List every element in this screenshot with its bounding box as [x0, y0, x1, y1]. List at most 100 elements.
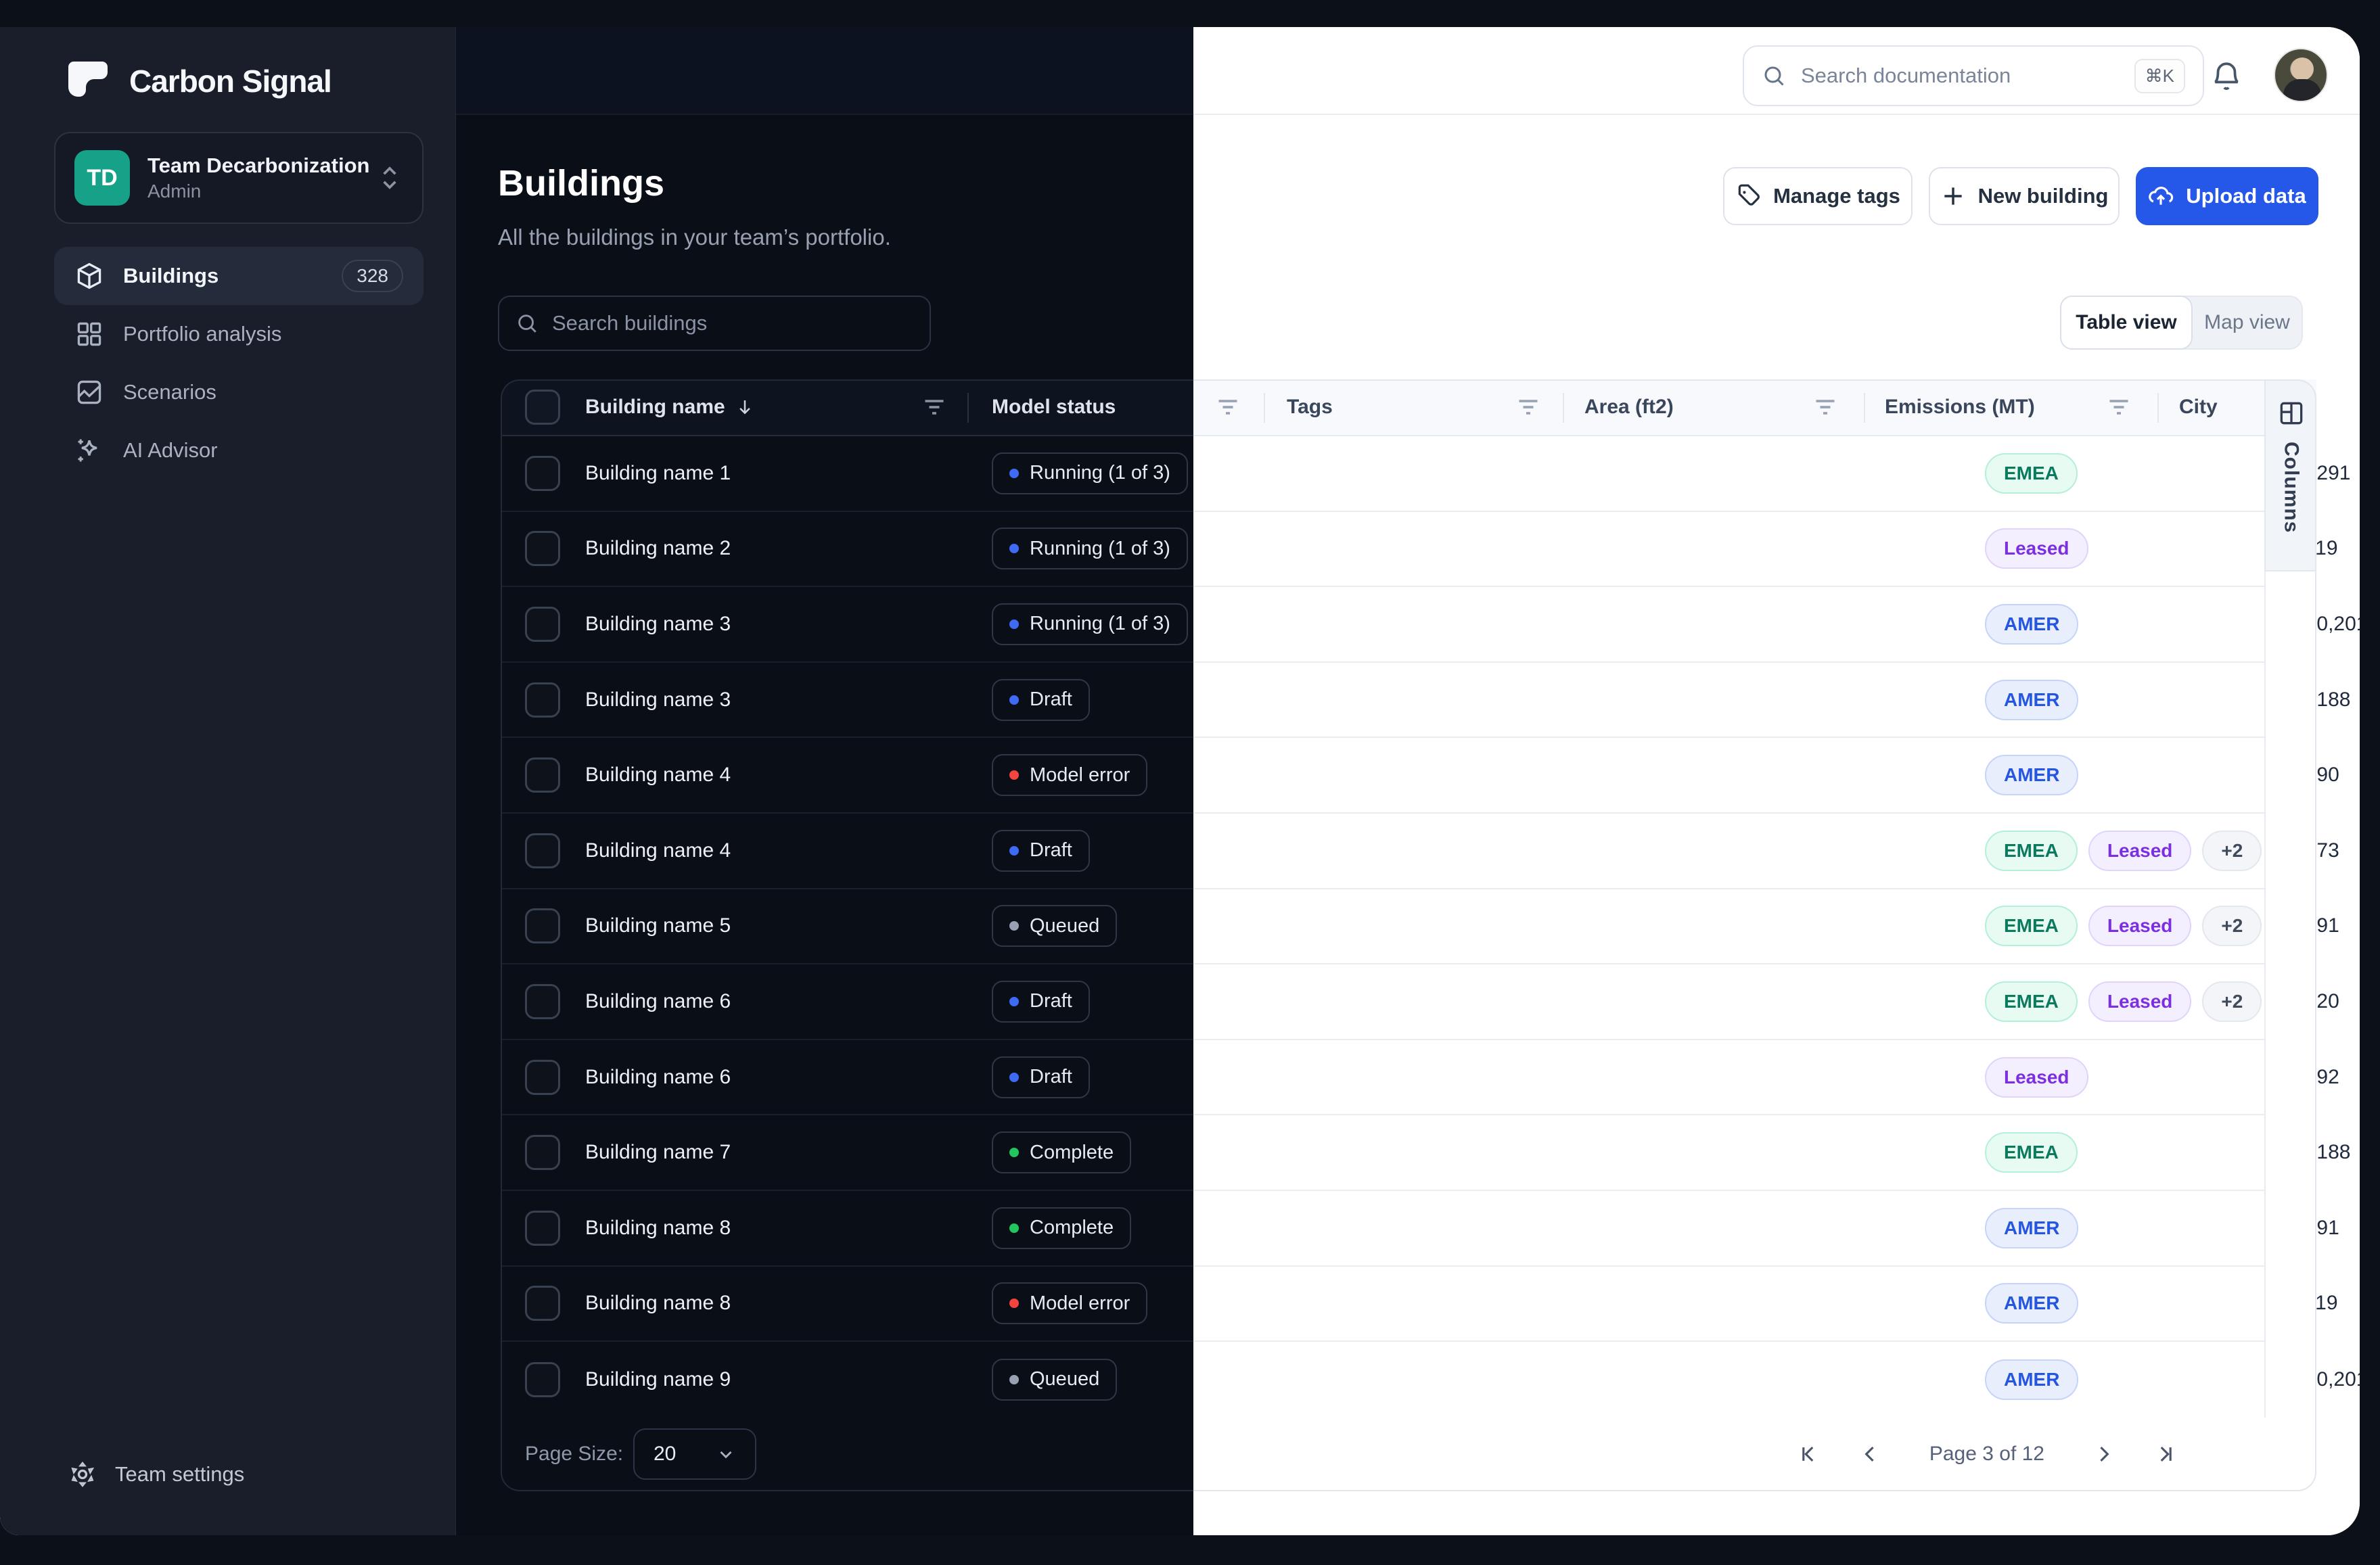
row-dark-segment: Building name 3Draft: [501, 663, 1193, 739]
team-switcher[interactable]: TD Team Decarbonization Admin: [54, 132, 424, 224]
page-title: Buildings: [498, 162, 664, 204]
buildings-search-input[interactable]: Search buildings: [498, 296, 931, 351]
tag-pill[interactable]: +2: [2202, 981, 2262, 1022]
page-size-select[interactable]: 20: [633, 1428, 756, 1480]
upload-data-button[interactable]: Upload data: [2136, 167, 2318, 225]
tab-table-view[interactable]: Table view: [2060, 296, 2193, 350]
filter-icon[interactable]: [922, 397, 946, 417]
last-page-button[interactable]: [2153, 1443, 2176, 1466]
tag-pill[interactable]: EMEA: [1985, 981, 2078, 1022]
table-row[interactable]: Building name 4DraftEMEALeased+272,07381…: [501, 814, 2316, 889]
row-checkbox[interactable]: [525, 1362, 560, 1397]
tag-pill[interactable]: EMEA: [1985, 831, 2078, 871]
tag-pill[interactable]: AMER: [1985, 1208, 2078, 1248]
table-row[interactable]: Building name 7CompleteEMEA827,1889,019C…: [501, 1115, 2316, 1191]
tag-pill[interactable]: Leased: [1985, 528, 2088, 569]
row-checkbox[interactable]: [525, 757, 560, 793]
tab-map-view[interactable]: Map view: [2193, 297, 2302, 348]
sort-desc-icon: [735, 397, 755, 417]
tag-pill[interactable]: EMEA: [1985, 906, 2078, 946]
documentation-search-input[interactable]: Search documentation ⌘K: [1743, 45, 2204, 106]
table-row[interactable]: Building name 9QueuedAMER1,290,2012,109O…: [501, 1342, 2316, 1418]
table-row[interactable]: Building name 2Running (1 of 3)Leased42,…: [501, 512, 2316, 588]
sidebar-item-ai-advisor[interactable]: AI Advisor: [54, 421, 424, 480]
row-checkbox[interactable]: [525, 833, 560, 868]
team-settings-link[interactable]: Team settings: [68, 1459, 244, 1489]
column-header-model-status[interactable]: Model status: [992, 396, 1116, 419]
table-row[interactable]: Building name 6DraftEMEALeased+232,2203,…: [501, 964, 2316, 1040]
next-page-button[interactable]: [2092, 1443, 2115, 1466]
tag-pill[interactable]: AMER: [1985, 604, 2078, 645]
row-checkbox[interactable]: [525, 1211, 560, 1246]
building-name-cell: Building name 1: [585, 462, 731, 485]
column-header-emissions[interactable]: Emissions (MT): [1885, 396, 2035, 419]
first-page-button[interactable]: [1798, 1443, 1821, 1466]
user-avatar[interactable]: [2274, 48, 2328, 102]
model-status-badge: Draft: [992, 1056, 1090, 1098]
cloud-upload-icon: [2148, 183, 2174, 209]
grid-icon: [74, 319, 104, 349]
table-row[interactable]: Building name 5QueuedEMEALeased+261,2911…: [501, 889, 2316, 965]
row-checkbox[interactable]: [525, 531, 560, 566]
new-building-button[interactable]: New building: [1929, 167, 2120, 225]
row-checkbox[interactable]: [525, 607, 560, 642]
building-name-cell: Building name 6: [585, 1066, 731, 1089]
row-checkbox[interactable]: [525, 456, 560, 491]
filter-icon[interactable]: [1516, 397, 1540, 417]
select-all-checkbox[interactable]: [525, 390, 560, 425]
table-row[interactable]: Building name 4Model errorAMER32,190288S…: [501, 738, 2316, 814]
tag-pill[interactable]: AMER: [1985, 1283, 2078, 1324]
tag-pill[interactable]: EMEA: [1985, 1132, 2078, 1173]
sidebar-item-buildings[interactable]: Buildings 328: [54, 247, 424, 305]
table-row[interactable]: Building name 8Model errorAMER42,119182C…: [501, 1267, 2316, 1342]
filter-icon[interactable]: [1216, 397, 1240, 417]
table-row[interactable]: Building name 1Running (1 of 3)EMEA354,2…: [501, 436, 2316, 512]
row-checkbox[interactable]: [525, 1135, 560, 1170]
sidebar-item-scenarios[interactable]: Scenarios: [54, 363, 424, 421]
row-checkbox[interactable]: [525, 682, 560, 718]
row-checkbox[interactable]: [525, 984, 560, 1019]
tags-cell: EMEA: [1985, 453, 2078, 494]
team-role: Admin: [147, 179, 359, 204]
column-header-city[interactable]: City: [2179, 396, 2218, 419]
tag-pill[interactable]: Leased: [2088, 831, 2192, 871]
row-checkbox[interactable]: [525, 908, 560, 943]
column-header-building-name[interactable]: Building name: [585, 396, 755, 419]
table-header-row: Building name Model status Tags Area (ft…: [501, 379, 2316, 436]
row-checkbox[interactable]: [525, 1286, 560, 1321]
column-header-area[interactable]: Area (ft2): [1584, 396, 1674, 419]
table-row[interactable]: Building name 6DraftLeased91,2927,001Sea…: [501, 1040, 2316, 1116]
column-header-tags[interactable]: Tags: [1287, 396, 1333, 419]
status-dot-icon: [1009, 921, 1019, 931]
row-light-segment: AMER827,188628Berlin: [1193, 663, 2264, 739]
tag-pill[interactable]: AMER: [1985, 755, 2078, 795]
columns-tab[interactable]: Columns: [2264, 379, 2316, 571]
tag-pill[interactable]: AMER: [1985, 680, 2078, 720]
row-checkbox[interactable]: [525, 1060, 560, 1095]
table-columns-icon: [2276, 398, 2306, 428]
tag-pill[interactable]: Leased: [2088, 906, 2192, 946]
sidebar-item-portfolio-analysis[interactable]: Portfolio analysis: [54, 305, 424, 363]
manage-tags-button[interactable]: Manage tags: [1723, 167, 1913, 225]
tag-pill[interactable]: +2: [2202, 906, 2262, 946]
tag-pill[interactable]: Leased: [2088, 981, 2192, 1022]
tag-pill[interactable]: AMER: [1985, 1359, 2078, 1400]
row-light-segment: EMEALeased+272,073817Seattle: [1193, 814, 2264, 889]
row-light-segment: AMER1,290,2017,001Mexico City: [1193, 587, 2264, 663]
notifications-bell-icon[interactable]: [2210, 58, 2243, 95]
model-status-badge: Running (1 of 3): [992, 452, 1188, 494]
filter-icon[interactable]: [1813, 397, 1837, 417]
row-dark-segment: Building name 4Model error: [501, 738, 1193, 814]
team-settings-label: Team settings: [115, 1462, 244, 1487]
tag-pill[interactable]: Leased: [1985, 1057, 2088, 1098]
tag-pill[interactable]: +2: [2202, 831, 2262, 871]
page-size-value: 20: [654, 1443, 676, 1466]
filter-icon[interactable]: [2107, 397, 2131, 417]
row-light-segment: Leased42,119817New York: [1193, 512, 2264, 588]
table-row[interactable]: Building name 8CompleteAMER61,291817Mexi…: [501, 1191, 2316, 1267]
previous-page-button[interactable]: [1859, 1443, 1882, 1466]
tag-pill[interactable]: EMEA: [1985, 453, 2078, 494]
table-row[interactable]: Building name 3DraftAMER827,188628Berlin: [501, 663, 2316, 739]
team-name: Team Decarbonization: [147, 152, 359, 179]
table-row[interactable]: Building name 3Running (1 of 3)AMER1,290…: [501, 587, 2316, 663]
